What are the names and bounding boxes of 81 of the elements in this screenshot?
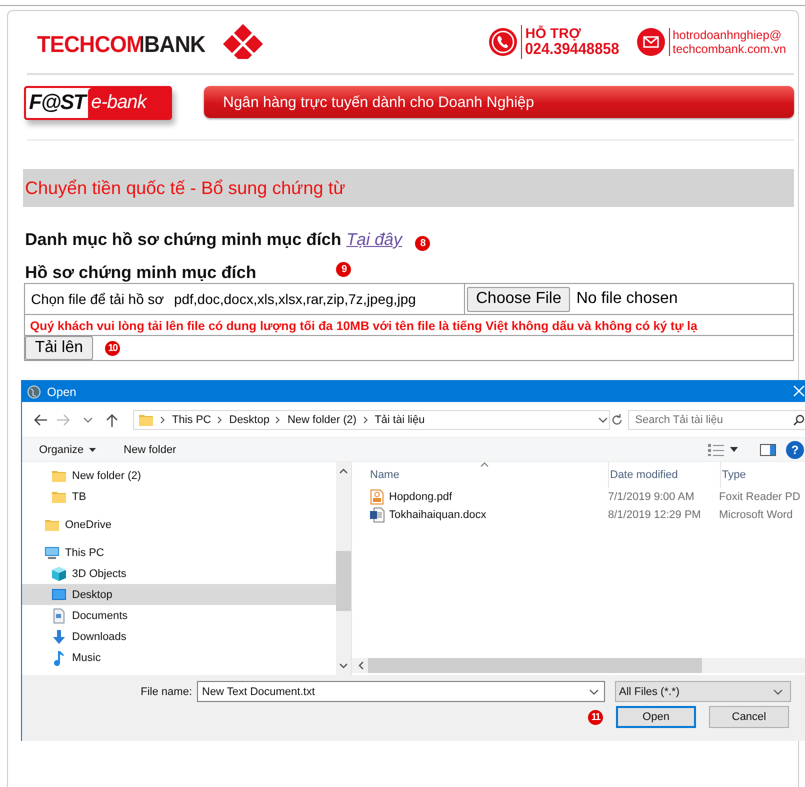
up-arrow-icon[interactable]: [105, 412, 119, 426]
chevron-right-icon: [362, 416, 369, 424]
nav-item[interactable]: Documents: [22, 605, 336, 626]
chevron-left-icon: [358, 661, 364, 670]
view-options-icon[interactable]: [708, 442, 724, 456]
sort-caret-icon: [480, 462, 489, 467]
scrollbar[interactable]: [336, 462, 351, 675]
column-header[interactable]: Type: [721, 462, 805, 488]
help-button[interactable]: ?: [786, 440, 804, 458]
column-header[interactable]: Date modified: [609, 462, 721, 488]
upload-warning: Quý khách vui lòng tải lên file có dung lượng tối đa 10MB với tên file là tiếng Việt không dấu và không có ký tự lạ: [30, 319, 698, 333]
logo-word: F@ST: [28, 91, 88, 115]
refresh-icon[interactable]: [610, 412, 624, 426]
download-arrow-icon: [51, 628, 67, 644]
file-row[interactable]: Hopdong.pdf 7/1/2019 9:00 AM Foxit Reader PD: [352, 488, 805, 506]
pdf-file-icon: [369, 489, 385, 505]
step-marker: 8: [415, 236, 430, 250]
breadcrumb-item[interactable]: Tải tài liệu: [374, 414, 425, 426]
document-icon: [51, 608, 67, 624]
breadcrumb-item[interactable]: Desktop: [229, 414, 270, 426]
chevron-down-icon: [339, 663, 348, 669]
catalog-label: Danh mục hồ sơ chứng minh mục đích: [25, 230, 342, 250]
organize-button[interactable]: Organize: [39, 444, 96, 456]
file-status: No file chosen: [576, 290, 678, 307]
diamond-logo-icon: [222, 24, 264, 60]
step-marker: 11: [588, 710, 603, 725]
computer-icon: [44, 544, 60, 560]
page-title: Chuyển tiền quốc tế - Bổ sung chứng từ: [23, 169, 794, 207]
catalog-link[interactable]: Tại đây: [346, 230, 402, 250]
globe-icon: [27, 384, 41, 398]
breadcrumb-item[interactable]: This PC: [172, 414, 212, 426]
cancel-button[interactable]: Cancel: [709, 706, 789, 728]
search-field[interactable]: Search Tải tài liệu: [628, 410, 805, 430]
word-file-icon: [369, 507, 385, 523]
nav-item[interactable]: OneDrive: [22, 514, 336, 535]
phone-icon: [488, 27, 518, 57]
search-icon: [793, 414, 805, 426]
nav-item[interactable]: Downloads: [22, 626, 336, 647]
file-name-field[interactable]: New Text Document.txt: [197, 681, 605, 702]
cube-icon: [51, 566, 67, 582]
nav-item[interactable]: This PC: [22, 542, 336, 563]
address-bar[interactable]: This PC Desktop New folder (2) Tải tài liệu: [133, 410, 610, 430]
desktop-icon: [51, 586, 67, 602]
music-note-icon: [51, 650, 67, 666]
allowed-formats: pdf,doc,docx,xls,xlsx,rar,zip,7z,jpeg,jpg: [174, 291, 416, 307]
file-type-dropdown[interactable]: All Files (*.*): [615, 681, 791, 702]
support-phone: 024.39448858: [525, 41, 620, 59]
support-email: techcombank.com.vn: [672, 42, 786, 56]
tagline-banner: Ngân hàng trực tuyến dành cho Doanh Nghiệp: [204, 86, 794, 118]
choose-file-button[interactable]: Choose File: [467, 286, 570, 312]
back-arrow-icon[interactable]: [33, 412, 47, 426]
nav-item[interactable]: New folder (2): [22, 465, 336, 486]
nav-item[interactable]: TB: [22, 486, 336, 507]
open-button[interactable]: Open: [616, 706, 696, 728]
field-label: File name:: [140, 685, 192, 700]
mail-icon: [636, 27, 666, 57]
step-marker: 9: [336, 262, 352, 277]
upload-button[interactable]: Tải lên: [25, 336, 94, 360]
section-title: Hồ sơ chứng minh mục đích: [25, 263, 256, 283]
logo-word: e-bank: [88, 88, 170, 118]
close-icon[interactable]: [792, 384, 805, 398]
chevron-right-icon: [217, 416, 224, 424]
nav-item[interactable]: Desktop: [22, 584, 336, 605]
new-folder-button[interactable]: New folder: [124, 444, 176, 456]
nav-item[interactable]: Music: [22, 647, 336, 668]
caret-icon[interactable]: [730, 447, 738, 452]
scrollbar[interactable]: [352, 658, 805, 673]
chevron-right-icon: [275, 416, 282, 424]
preview-pane-icon[interactable]: [760, 444, 776, 456]
step-marker: 10: [105, 340, 120, 356]
chevron-right-icon: [160, 416, 166, 424]
column-header[interactable]: Name: [369, 462, 609, 488]
caret-icon: [88, 448, 96, 452]
file-row[interactable]: Tokhaihaiquan.docx 8/1/2019 12:29 PM Microsoft Word: [352, 506, 805, 524]
breadcrumb-item[interactable]: New folder (2): [287, 414, 357, 426]
dialog-title: Open: [47, 384, 76, 398]
chevron-up-icon: [339, 468, 348, 474]
support-label: HỖ TRỢ: [525, 25, 582, 41]
nav-item[interactable]: 3D Objects: [22, 563, 336, 584]
field-label: Chọn file để tải hồ sơ: [31, 291, 164, 307]
support-email: hotrodoanhnghiep@: [672, 28, 783, 42]
